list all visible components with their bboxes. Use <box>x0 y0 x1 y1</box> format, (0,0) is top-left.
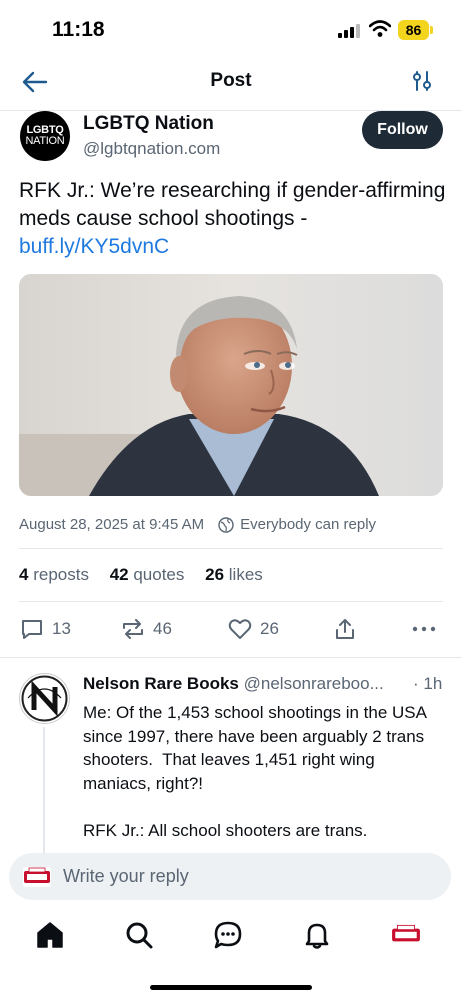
reposts-stat[interactable]: 4 reposts <box>19 565 89 584</box>
author-avatar[interactable]: LGBTQ NATION <box>20 111 70 161</box>
tab-notifications[interactable] <box>300 918 334 952</box>
share-icon <box>336 619 354 639</box>
more-button[interactable] <box>412 618 436 640</box>
reply-setting: Everybody can reply <box>240 516 377 533</box>
profile-avatar <box>392 924 420 942</box>
quotes-stat[interactable]: 42 quotes <box>110 565 185 584</box>
reply-icon <box>22 620 42 639</box>
reply-time: · 1h <box>413 674 443 693</box>
status-time: 11:18 <box>52 18 105 41</box>
battery-nub <box>430 26 433 34</box>
follow-button[interactable]: Follow <box>362 111 443 149</box>
reply-input-placeholder[interactable]: Write your reply <box>63 866 189 887</box>
home-icon <box>37 922 63 948</box>
post-text: RFK Jr.: We’re researching if gender-aff… <box>19 177 447 261</box>
post-date: August 28, 2025 at 9:45 AM <box>19 516 205 533</box>
reply-text: Me: Of the 1,453 school shootings in the… <box>83 703 427 840</box>
like-count: 26 <box>260 619 279 638</box>
battery-indicator: 86 <box>398 20 429 40</box>
reply-author-name[interactable]: Nelson Rare Books <box>83 674 239 693</box>
thread-line <box>43 727 45 857</box>
tab-chat[interactable] <box>211 918 245 952</box>
heart-icon <box>228 619 252 639</box>
tab-search[interactable] <box>122 918 156 952</box>
post-image[interactable] <box>19 274 443 496</box>
reply-count: 13 <box>52 619 71 638</box>
repost-button[interactable]: 46 <box>121 618 172 640</box>
avatar-logo-text: NATION <box>25 135 65 147</box>
post-stats: 4 reposts 42 quotes 26 likes <box>19 565 263 585</box>
bell-icon <box>305 923 329 949</box>
post-meta: August 28, 2025 at 9:45 AM Everybody can… <box>19 516 376 533</box>
reply-button[interactable]: 13 <box>20 618 71 640</box>
like-button[interactable]: 26 <box>228 618 279 640</box>
more-icon <box>412 626 436 632</box>
home-indicator <box>150 985 312 990</box>
repost-icon <box>123 619 143 639</box>
search-icon <box>126 922 153 949</box>
back-arrow-icon[interactable] <box>22 70 48 94</box>
post-body: RFK Jr.: We’re researching if gender-aff… <box>19 179 446 230</box>
reply-header: Nelson Rare Books @nelsonrareboo... <box>83 674 443 694</box>
user-avatar <box>23 866 51 887</box>
cellular-signal-icon <box>338 24 360 38</box>
post-link[interactable]: buff.ly/KY5dvnC <box>19 235 169 258</box>
tab-profile[interactable] <box>389 918 423 952</box>
reply-author-handle[interactable]: @nelsonrareboo... <box>244 674 384 693</box>
globe-icon <box>218 516 234 533</box>
page-title: Post <box>210 70 252 91</box>
author-name[interactable]: LGBTQ Nation <box>83 113 214 135</box>
reply-avatar[interactable] <box>19 673 70 724</box>
tab-home[interactable] <box>33 918 67 952</box>
author-handle[interactable]: @lgbtqnation.com <box>83 139 220 159</box>
reply-composer[interactable]: Write your reply <box>9 853 451 900</box>
divider <box>19 548 443 549</box>
likes-stat[interactable]: 26 likes <box>205 565 263 584</box>
repost-count: 46 <box>153 619 172 638</box>
divider <box>0 657 462 658</box>
chat-icon <box>214 921 242 949</box>
filter-icon[interactable] <box>411 70 433 92</box>
wifi-icon <box>369 20 391 37</box>
share-button[interactable] <box>334 618 356 640</box>
divider <box>19 601 443 602</box>
